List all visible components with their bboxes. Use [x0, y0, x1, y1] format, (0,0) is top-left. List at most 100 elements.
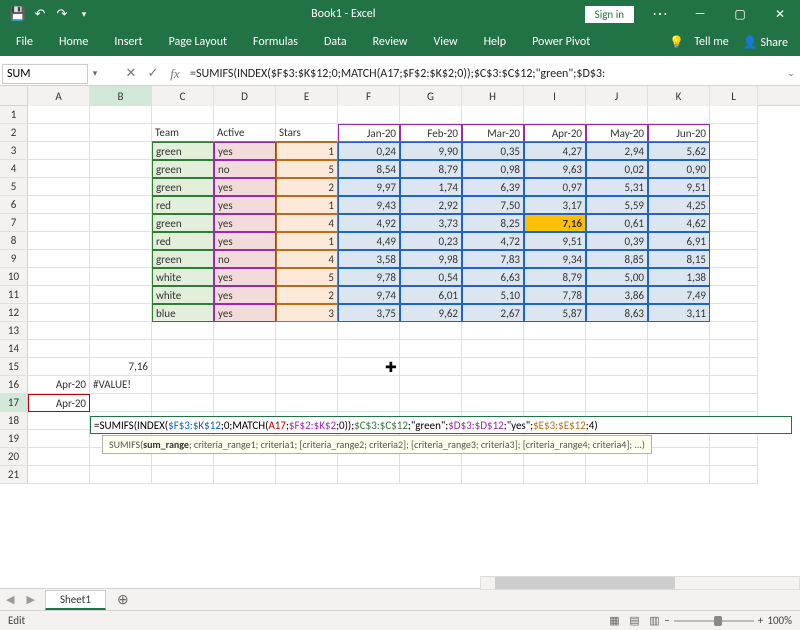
row-12[interactable]: 12 — [0, 304, 28, 322]
view-page-layout-icon[interactable]: ▤ — [624, 614, 644, 627]
col-E[interactable]: E — [276, 86, 338, 106]
tab-formulas[interactable]: Formulas — [241, 29, 310, 55]
col-A[interactable]: A — [28, 86, 90, 106]
col-J[interactable]: J — [586, 86, 648, 106]
row-5[interactable]: 5 — [0, 178, 28, 196]
horizontal-scrollbar[interactable] — [480, 576, 800, 590]
view-page-break-icon[interactable]: ▥ — [644, 614, 664, 627]
col-F[interactable]: F — [338, 86, 400, 106]
tab-page-layout[interactable]: Page Layout — [157, 29, 239, 55]
cell-E11: 2 — [276, 286, 338, 304]
cell-J6: 5,59 — [586, 196, 648, 214]
tab-view[interactable]: View — [422, 29, 470, 55]
fx-icon[interactable]: fx — [164, 66, 186, 82]
qat-dropdown-icon[interactable]: ▾ — [76, 6, 92, 22]
cell-I7: 7,16 — [524, 214, 586, 232]
zoom-out-icon[interactable]: − — [664, 614, 669, 627]
tab-insert[interactable]: Insert — [102, 29, 154, 55]
row-13[interactable]: 13 — [0, 322, 28, 340]
hdr-stars: Stars — [276, 124, 338, 142]
row-9[interactable]: 9 — [0, 250, 28, 268]
row-20[interactable]: 20 — [0, 448, 28, 466]
tell-me[interactable]: Tell me — [690, 29, 733, 55]
col-G[interactable]: G — [400, 86, 462, 106]
row-7[interactable]: 7 — [0, 214, 28, 232]
cell-D12: yes — [214, 304, 276, 322]
zoom-in-icon[interactable]: + — [758, 614, 763, 627]
tell-me-icon[interactable]: 💡 — [665, 29, 688, 56]
row-10[interactable]: 10 — [0, 268, 28, 286]
tab-data[interactable]: Data — [312, 29, 359, 55]
cell-editor[interactable]: =SUMIFS(INDEX($F$3:$K$12;0;MATCH(A17;$F$… — [90, 416, 792, 434]
name-box[interactable] — [2, 64, 88, 84]
cell-H7: 8,25 — [462, 214, 524, 232]
minimize-button[interactable] — [680, 0, 720, 28]
zoom-level[interactable]: 100% — [767, 614, 792, 627]
row-17[interactable]: 17 — [0, 394, 28, 412]
expand-formula-bar-icon[interactable]: ⌄ — [782, 68, 800, 79]
cell-D4: no — [214, 160, 276, 178]
row-15[interactable]: 15 — [0, 358, 28, 376]
sign-in-button[interactable]: Sign in — [585, 6, 634, 23]
cell-E6: 1 — [276, 196, 338, 214]
cell-C10: white — [152, 268, 214, 286]
formula-bar: ▾ ✕ ✓ fx =SUMIFS(INDEX($F$3:$K$12;0;MATC… — [0, 62, 800, 86]
row-3[interactable]: 3 — [0, 142, 28, 160]
enter-formula-icon[interactable]: ✓ — [142, 66, 164, 81]
cell-G11: 6,01 — [400, 286, 462, 304]
col-L[interactable]: L — [710, 86, 758, 106]
redo-icon[interactable]: ↷ — [54, 6, 70, 22]
tab-help[interactable]: Help — [472, 29, 519, 55]
col-D[interactable]: D — [214, 86, 276, 106]
col-B[interactable]: B — [90, 86, 152, 106]
undo-icon[interactable]: ↶ — [32, 6, 48, 22]
cell-I4: 9,63 — [524, 160, 586, 178]
row-4[interactable]: 4 — [0, 160, 28, 178]
close-button[interactable] — [760, 0, 800, 28]
row-18[interactable]: 18 — [0, 412, 28, 430]
hdr-team: Team — [152, 124, 214, 142]
cell-C11: white — [152, 286, 214, 304]
cell-K10: 1,38 — [648, 268, 710, 286]
col-K[interactable]: K — [648, 86, 710, 106]
tab-file[interactable]: File — [4, 29, 45, 55]
row-11[interactable]: 11 — [0, 286, 28, 304]
cell-I10: 8,79 — [524, 268, 586, 286]
hdr-jan: Jan-20 — [338, 124, 400, 142]
col-H[interactable]: H — [462, 86, 524, 106]
cell-C9: green — [152, 250, 214, 268]
zoom-slider[interactable] — [674, 620, 754, 622]
status-bar: Edit ▦ ▤ ▥ − + 100% — [0, 610, 800, 630]
col-I[interactable]: I — [524, 86, 586, 106]
col-C[interactable]: C — [152, 86, 214, 106]
row-16[interactable]: 16 — [0, 376, 28, 394]
cell-H10: 6,63 — [462, 268, 524, 286]
cell-C4: green — [152, 160, 214, 178]
name-box-dropdown-icon[interactable]: ▾ — [88, 68, 102, 79]
view-normal-icon[interactable]: ▦ — [604, 614, 624, 627]
row-21[interactable]: 21 — [0, 466, 28, 484]
tab-home[interactable]: Home — [47, 29, 100, 55]
select-all-corner[interactable] — [0, 86, 28, 106]
cell-F3: 0,24 — [338, 142, 400, 160]
row-1[interactable]: 1 — [0, 106, 28, 124]
cell-J12: 8,63 — [586, 304, 648, 322]
ribbon-options-icon[interactable] — [640, 0, 680, 28]
row-8[interactable]: 8 — [0, 232, 28, 250]
cell-J8: 0,39 — [586, 232, 648, 250]
window-title: Book1 - Excel — [102, 7, 585, 21]
save-icon[interactable]: 💾 — [10, 6, 26, 22]
tab-power-pivot[interactable]: Power Pivot — [520, 29, 602, 55]
cell-grid[interactable]: 1 2 Team Active Stars Jan-20 Feb-20 Mar-… — [0, 106, 800, 484]
row-6[interactable]: 6 — [0, 196, 28, 214]
cell-G3: 9,90 — [400, 142, 462, 160]
formula-input[interactable]: =SUMIFS(INDEX($F$3:$K$12;0;MATCH(A17;$F$… — [186, 65, 782, 83]
tab-review[interactable]: Review — [361, 29, 420, 55]
row-14[interactable]: 14 — [0, 340, 28, 358]
cancel-formula-icon[interactable]: ✕ — [120, 66, 142, 81]
share-button[interactable]: 👤 Share — [735, 29, 796, 56]
row-19[interactable]: 19 — [0, 430, 28, 448]
maximize-button[interactable] — [720, 0, 760, 28]
cell-J7: 0,61 — [586, 214, 648, 232]
row-2[interactable]: 2 — [0, 124, 28, 142]
